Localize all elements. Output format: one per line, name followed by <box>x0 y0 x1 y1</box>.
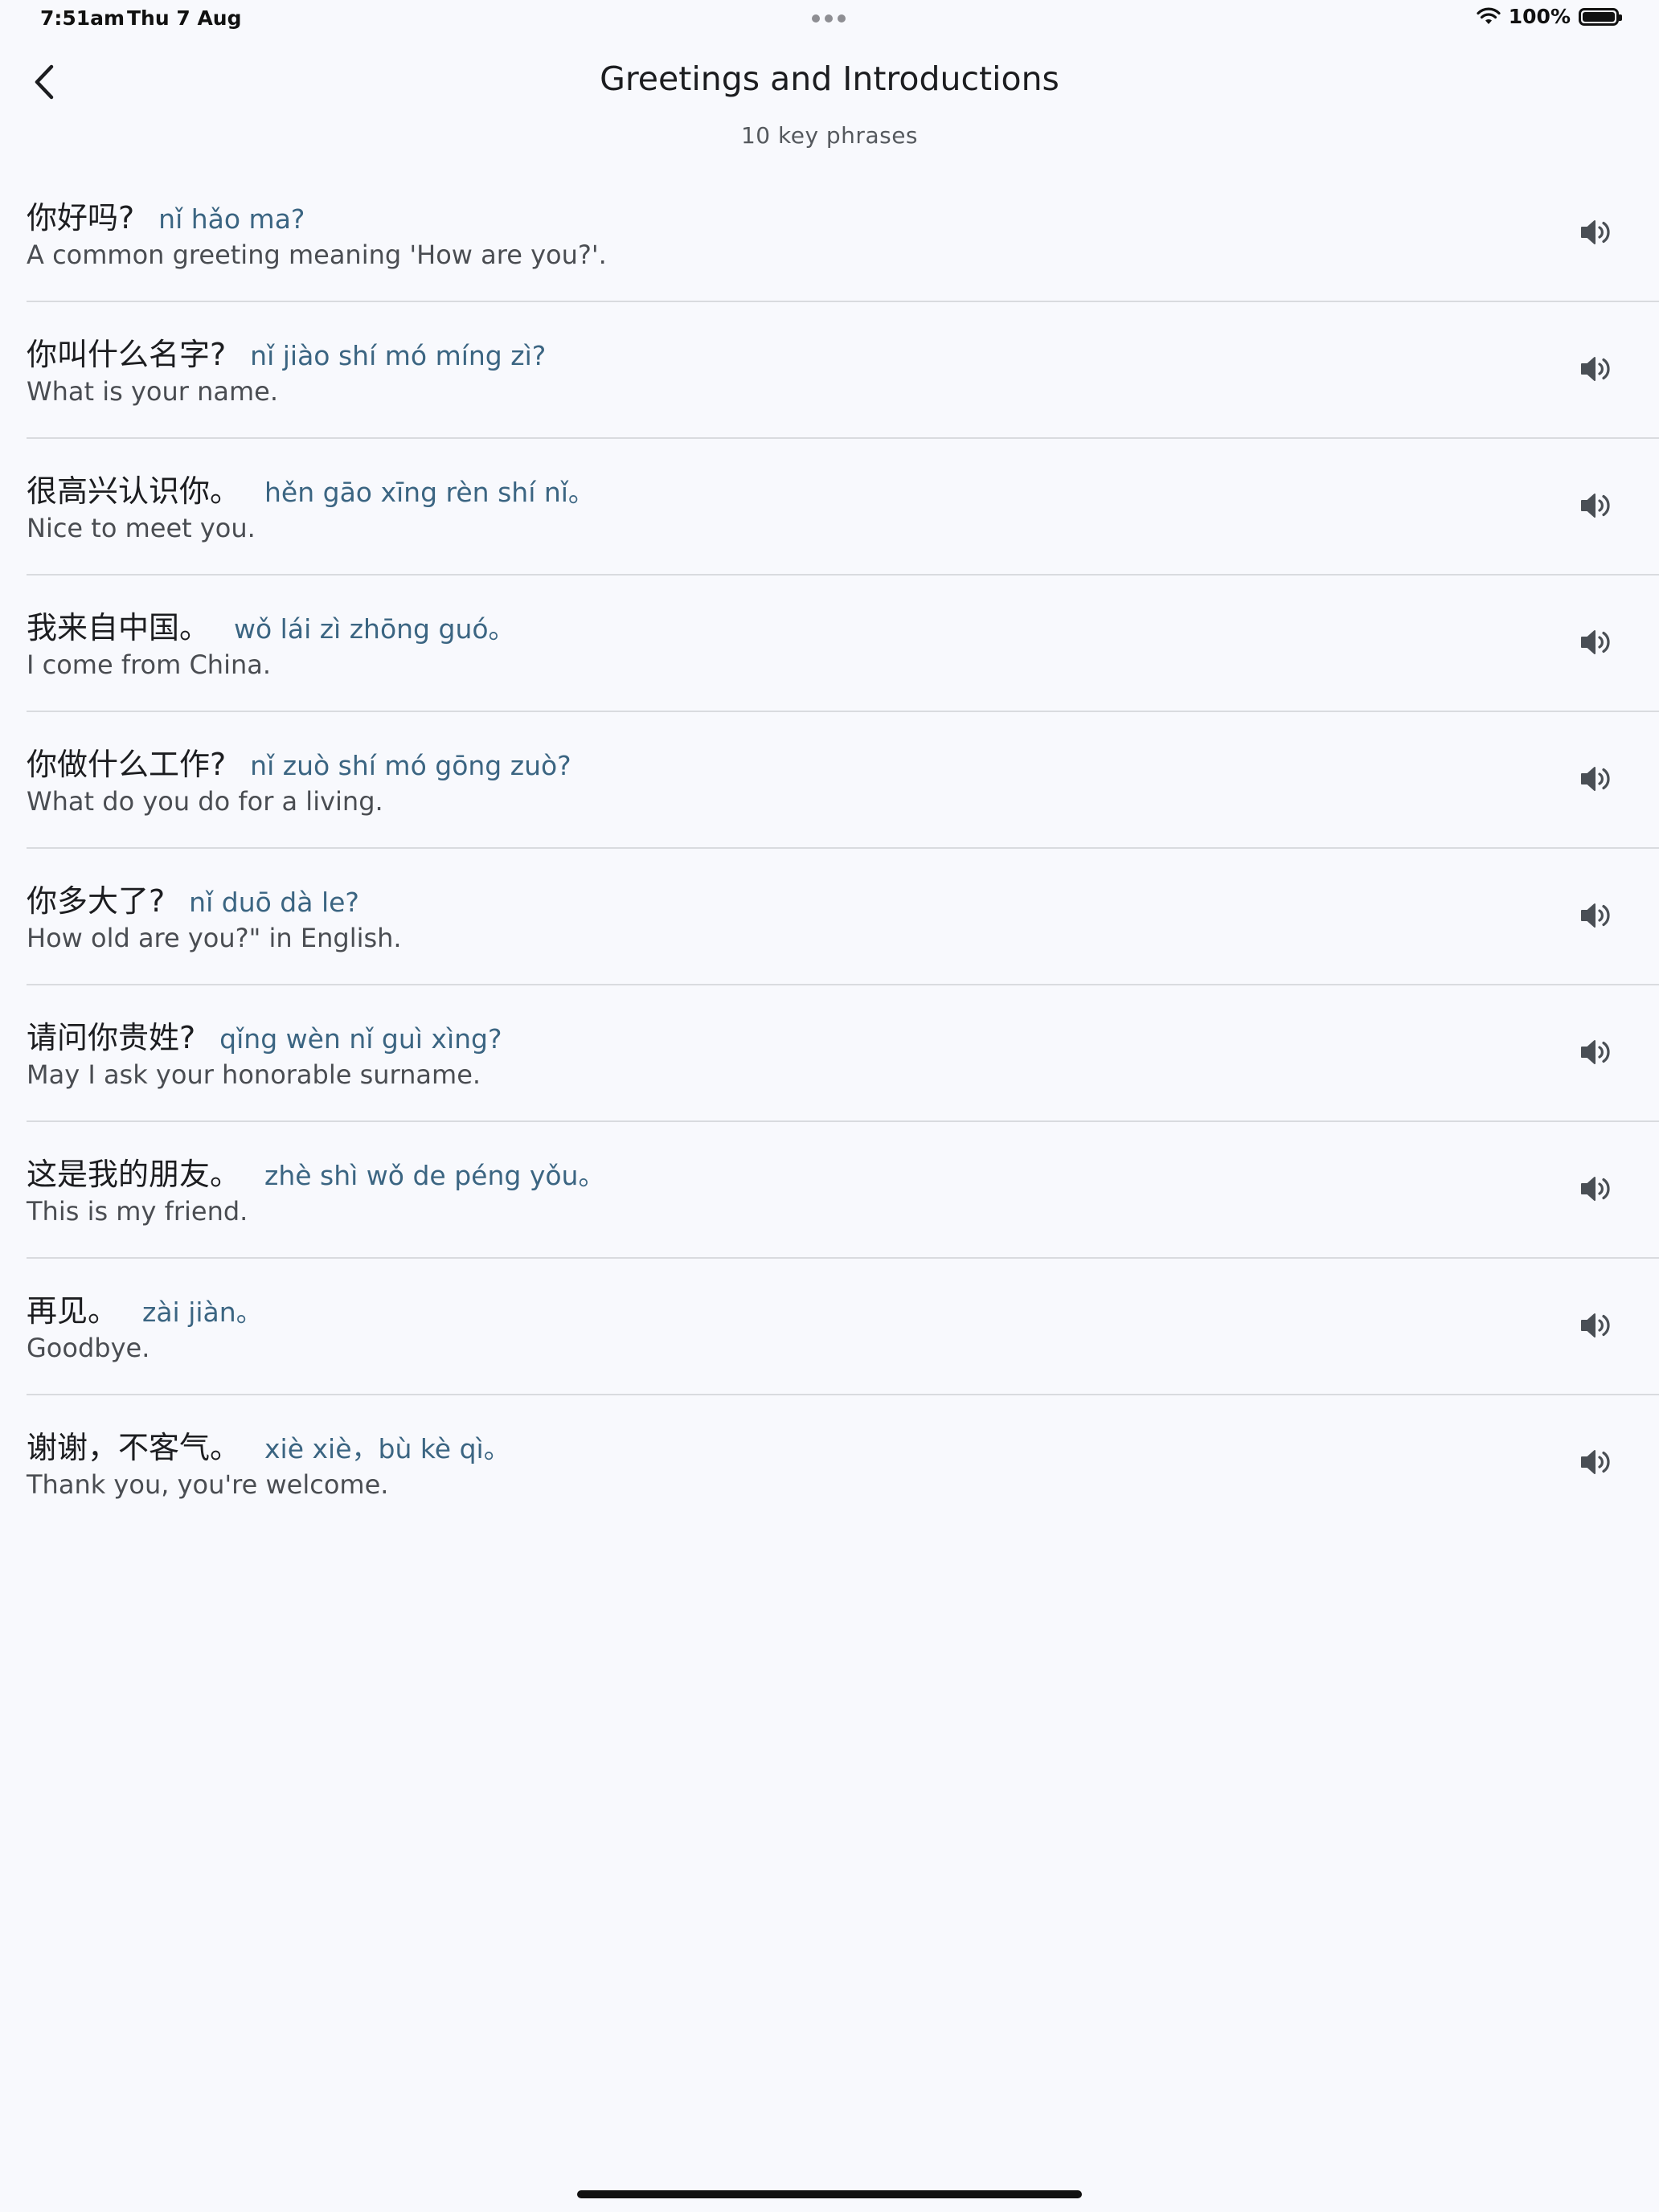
phrase-line: 你多大了? nǐ duō dà le? <box>27 876 359 920</box>
phrase-row[interactable]: 这是我的朋友。 zhè shì wǒ de péng yǒu。 This is … <box>27 1122 1659 1259</box>
phrase-pinyin: zài jiàn。 <box>142 1296 263 1328</box>
home-indicator[interactable] <box>577 2190 1082 2198</box>
phrase-row[interactable]: 再见。 zài jiàn。 Goodbye. <box>27 1259 1659 1395</box>
phrase-hanzi: 我来自中国。 <box>27 610 211 645</box>
speaker-icon <box>1581 1040 1610 1064</box>
phrase-meaning: This is my friend. <box>27 1196 248 1227</box>
phrase-meaning: Nice to meet you. <box>27 513 256 543</box>
phrase-line: 你做什么工作? nǐ zuò shí mó gōng zuò? <box>27 739 571 784</box>
phrase-line: 谢谢，不客气。 xiè xiè，bù kè qì。 <box>27 1423 510 1467</box>
phrase-hanzi: 再见。 <box>27 1293 119 1329</box>
status-bar: 7:51am Thu 7 Aug 100% <box>0 0 1659 39</box>
phrase-line: 你好吗? nǐ hǎo ma? <box>27 193 305 237</box>
phrase-row[interactable]: 你做什么工作? nǐ zuò shí mó gōng zuò? What do … <box>27 712 1659 849</box>
phrase-meaning: Goodbye. <box>27 1333 150 1363</box>
page-title: Greetings and Introductions <box>600 59 1059 98</box>
phrase-meaning: Thank you, you're welcome. <box>27 1469 389 1500</box>
speaker-icon <box>1581 767 1610 791</box>
battery-percent: 100% <box>1508 5 1571 28</box>
phrase-line: 很高兴认识你。 hěn gāo xīng rèn shí nǐ。 <box>27 466 595 510</box>
phrase-hanzi: 你叫什么名字? <box>27 337 227 372</box>
phrase-hanzi: 这是我的朋友。 <box>27 1157 241 1192</box>
phrase-line: 你叫什么名字? nǐ jiào shí mó míng zì? <box>27 330 546 374</box>
play-audio-button[interactable] <box>1572 891 1620 940</box>
phrase-meaning: What is your name. <box>27 376 279 407</box>
phrase-row[interactable]: 我来自中国。 wǒ lái zì zhōng guó。 I come from … <box>27 576 1659 712</box>
phrase-row[interactable]: 谢谢，不客气。 xiè xiè，bù kè qì。 Thank you, you… <box>27 1395 1659 1532</box>
phrase-hanzi: 很高兴认识你。 <box>27 473 241 509</box>
speaker-icon <box>1581 357 1610 381</box>
speaker-icon <box>1581 1177 1610 1201</box>
play-audio-button[interactable] <box>1572 345 1620 393</box>
phrase-hanzi: 你多大了? <box>27 883 166 919</box>
phrase-meaning: May I ask your honorable surname. <box>27 1059 481 1090</box>
multitasking-dots-icon[interactable] <box>812 14 846 23</box>
phrase-pinyin: xiè xiè，bù kè qì。 <box>264 1433 510 1464</box>
phrase-row[interactable]: 你多大了? nǐ duō dà le? How old are you?" in… <box>27 849 1659 985</box>
speaker-icon <box>1581 220 1610 244</box>
phrase-row[interactable]: 你叫什么名字? nǐ jiào shí mó míng zì? What is … <box>27 302 1659 439</box>
phrase-pinyin: qǐng wèn nǐ guì xìng? <box>219 1023 502 1055</box>
phrase-count: 10 key phrases <box>740 122 919 149</box>
play-audio-button[interactable] <box>1572 1301 1620 1350</box>
phrase-pinyin: nǐ jiào shí mó míng zì? <box>250 340 547 371</box>
phrase-pinyin: nǐ zuò shí mó gōng zuò? <box>250 750 571 781</box>
status-date: Thu 7 Aug <box>127 6 242 30</box>
battery-level <box>1583 11 1615 22</box>
play-audio-button[interactable] <box>1572 755 1620 803</box>
phrase-meaning: What do you do for a living. <box>27 786 383 817</box>
wifi-icon <box>1477 7 1501 24</box>
phrase-line: 再见。 zài jiàn。 <box>27 1286 263 1330</box>
phrase-meaning: I come from China. <box>27 649 272 680</box>
status-indicators: 100% <box>1477 5 1622 28</box>
phrase-row[interactable]: 很高兴认识你。 hěn gāo xīng rèn shí nǐ。 Nice to… <box>27 439 1659 576</box>
phrase-row[interactable]: 请问你贵姓? qǐng wèn nǐ guì xìng? May I ask y… <box>27 985 1659 1122</box>
phrase-line: 请问你贵姓? qǐng wèn nǐ guì xìng? <box>27 1013 502 1057</box>
phrase-hanzi: 请问你贵姓? <box>27 1020 196 1055</box>
phrase-meaning: How old are you?" in English. <box>27 923 402 953</box>
phrase-pinyin: hěn gāo xīng rèn shí nǐ。 <box>264 477 595 508</box>
phrase-pinyin: nǐ duō dà le? <box>189 887 359 918</box>
phrase-hanzi: 你做什么工作? <box>27 747 227 782</box>
play-audio-button[interactable] <box>1572 481 1620 530</box>
speaker-icon <box>1581 903 1610 928</box>
phrase-meaning: A common greeting meaning 'How are you?'… <box>27 240 607 270</box>
phrase-pinyin: wǒ lái zì zhōng guó。 <box>234 613 515 645</box>
speaker-icon <box>1581 1313 1610 1337</box>
play-audio-button[interactable] <box>1572 1028 1620 1076</box>
phrase-pinyin: nǐ hǎo ma? <box>158 203 305 235</box>
speaker-icon <box>1581 630 1610 654</box>
phrase-pinyin: zhè shì wǒ de péng yǒu。 <box>264 1160 605 1191</box>
navigation-bar: Greetings and Introductions <box>0 48 1659 113</box>
phrase-hanzi: 你好吗? <box>27 200 135 236</box>
speaker-icon <box>1581 1450 1610 1474</box>
phrase-line: 这是我的朋友。 zhè shì wǒ de péng yǒu。 <box>27 1149 604 1194</box>
play-audio-button[interactable] <box>1572 1165 1620 1213</box>
phrase-line: 我来自中国。 wǒ lái zì zhōng guó。 <box>27 603 515 647</box>
phrase-list: 你好吗? nǐ hǎo ma? A common greeting meanin… <box>27 166 1659 1532</box>
speaker-icon <box>1581 494 1610 518</box>
play-audio-button[interactable] <box>1572 618 1620 666</box>
play-audio-button[interactable] <box>1572 1438 1620 1486</box>
phrase-hanzi: 谢谢，不客气。 <box>27 1430 241 1465</box>
battery-icon <box>1579 7 1622 26</box>
phrase-row[interactable]: 你好吗? nǐ hǎo ma? A common greeting meanin… <box>27 166 1659 302</box>
play-audio-button[interactable] <box>1572 208 1620 256</box>
status-time: 7:51am <box>40 6 125 30</box>
